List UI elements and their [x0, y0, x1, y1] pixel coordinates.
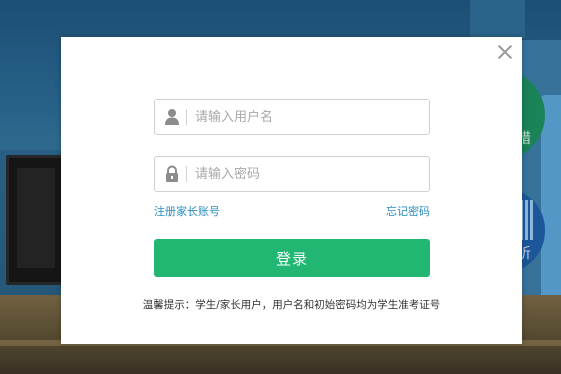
password-input[interactable] [195, 158, 423, 190]
username-separator [186, 109, 187, 125]
register-parent-account-link[interactable]: 注册家长账号 [154, 203, 220, 219]
lock-icon [164, 165, 180, 183]
username-input[interactable] [195, 101, 423, 133]
login-hint: 温馨提示：学生/家长用户，用户名和初始密码均为学生准考证号 [142, 299, 441, 311]
login-modal: 注册家长账号 忘记密码 登录 温馨提示：学生/家长用户，用户名和初始密码均为学生… [61, 37, 522, 344]
close-icon[interactable] [496, 43, 514, 61]
username-field [154, 99, 430, 135]
forgot-password-link[interactable]: 忘记密码 [386, 203, 430, 219]
password-separator [186, 166, 187, 182]
password-field [154, 156, 430, 192]
user-icon [164, 108, 180, 126]
page: 猎 听 请输入用户名 注册家长账号 忘记密码 登录 温馨提示：学生/家长用户，用… [0, 0, 561, 374]
login-button[interactable]: 登录 [154, 239, 430, 277]
